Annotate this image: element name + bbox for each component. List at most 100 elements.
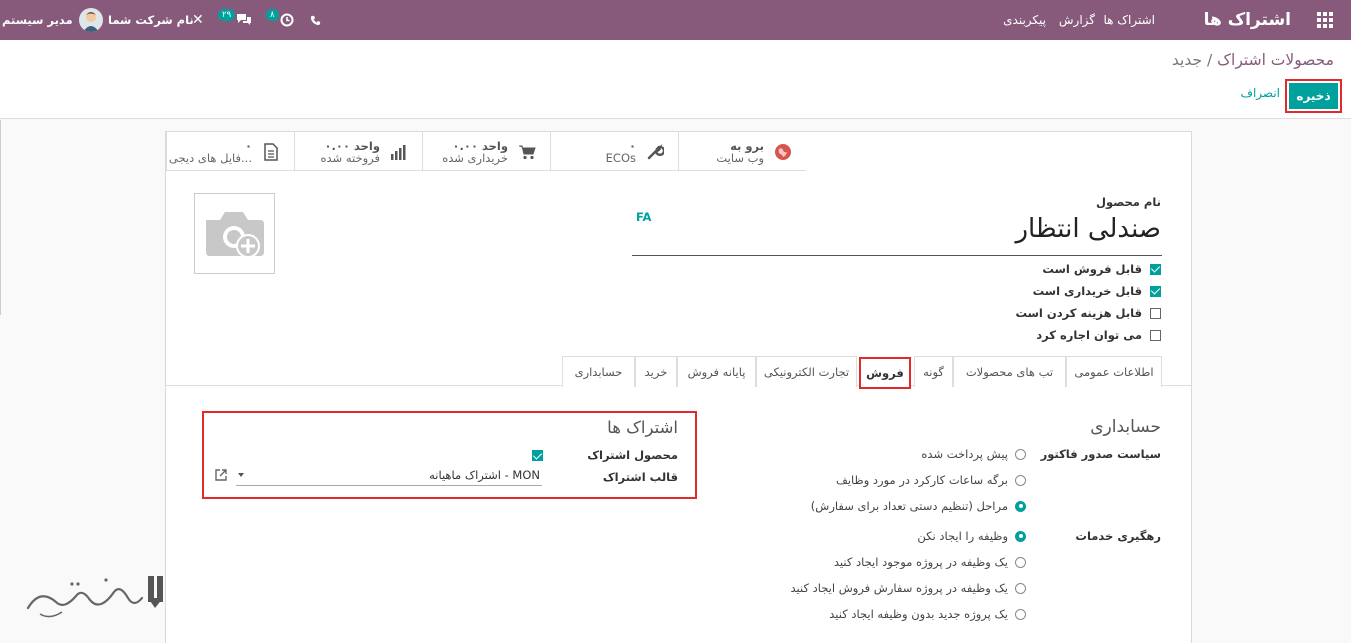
checkbox-can-be-rented[interactable] <box>1150 329 1161 341</box>
camera-plus-icon <box>205 211 264 258</box>
invoice-policy-option[interactable]: مراحل (تنظیم دستی تعداد برای سفارش) <box>811 498 1026 514</box>
tab-variants[interactable]: گونه <box>914 356 953 387</box>
option-can-be-rented[interactable]: می توان اجاره کرد <box>1036 327 1161 343</box>
service-tracking-option[interactable]: یک وظیفه در پروژه سفارش فروش ایجاد کنید <box>791 580 1026 596</box>
chevron-down-icon[interactable] <box>238 473 244 477</box>
chat-icon[interactable]: ۲۹ <box>218 0 252 40</box>
checkbox-can-be-sold[interactable] <box>1150 263 1161 275</box>
left-divider <box>0 120 1 315</box>
option-label: می توان اجاره کرد <box>1036 328 1142 342</box>
save-button[interactable]: ذخیره <box>1289 83 1338 109</box>
checkbox-can-be-expensed[interactable] <box>1150 307 1161 319</box>
radio-milestones[interactable] <box>1015 500 1026 512</box>
radio-task-so-project[interactable] <box>1015 582 1026 594</box>
menu-configuration[interactable]: پیکربندی <box>1003 0 1046 40</box>
menu-reporting[interactable]: گزارش <box>1059 0 1095 40</box>
smart-website-label: وب سایت <box>716 151 764 165</box>
radio-label: مراحل (تنظیم دستی تعداد برای سفارش) <box>810 499 1008 513</box>
radio-prepaid[interactable] <box>1015 448 1026 460</box>
invoice-policy-option[interactable]: پیش پرداخت شده <box>921 446 1026 462</box>
user-menu[interactable]: مدیر سیستم <box>0 0 103 40</box>
invoice-policy-label: سیاست صدور فاکتور <box>1040 447 1161 461</box>
language-tag[interactable]: FA <box>636 210 651 224</box>
smart-button-digital-files[interactable]: ۰ فایل های دیجی... <box>166 132 294 171</box>
service-tracking-label: رهگیری خدمات <box>1075 529 1161 543</box>
cart-icon <box>516 142 538 162</box>
tab-purchase[interactable]: خرید <box>635 356 677 387</box>
menu-subscriptions[interactable]: اشتراک ها <box>1103 0 1155 40</box>
smart-ecos-label: ECOs <box>605 151 636 165</box>
subscription-product-checkbox[interactable] <box>532 450 543 461</box>
option-label: قابل هزینه کردن است <box>1015 306 1142 320</box>
product-name-input[interactable]: صندلی انتظار <box>1015 214 1161 244</box>
tab-accounting[interactable]: حسابداری <box>562 356 635 387</box>
external-link-icon[interactable] <box>214 468 228 482</box>
watermark-logo <box>26 576 163 618</box>
tab-ecommerce[interactable]: تجارت الکترونیکی <box>756 356 857 387</box>
form-sheet: برو به وب سایت ۰ ECOs ۰.۰۰ واحد خریداری شده… <box>165 131 1192 643</box>
option-can-be-sold[interactable]: قابل فروش است <box>1042 261 1161 277</box>
checkbox-can-be-purchased[interactable] <box>1150 285 1161 297</box>
product-name-label: نام محصول <box>1096 195 1161 209</box>
avatar <box>78 8 103 32</box>
radio-label: یک وظیفه در پروژه موجود ایجاد کنید <box>833 555 1008 569</box>
invoice-policy-option[interactable]: برگه ساعات کارکرد در مورد وظایف <box>836 472 1026 488</box>
subscription-section-title: اشتراک ها <box>607 418 678 437</box>
top-navbar: اشتراک ها اشتراک ها گزارش پیکربندی مدیر … <box>0 0 1351 40</box>
radio-label: برگه ساعات کارکرد در مورد وظایف <box>835 473 1008 487</box>
product-name-underline <box>632 255 1162 256</box>
subscription-template-value: MON - اشتراک ماهیانه <box>429 468 540 482</box>
smart-button-sold[interactable]: ۰.۰۰ واحد فروخته شده <box>294 132 422 171</box>
radio-label: وظیفه را ایجاد نکن <box>917 529 1008 543</box>
company-switcher[interactable]: نام شرکت شما <box>108 0 194 40</box>
apps-menu-icon[interactable] <box>1317 0 1335 40</box>
radio-label: یک وظیفه در پروژه سفارش فروش ایجاد کنید <box>790 581 1008 595</box>
option-label: قابل خریداری است <box>1032 284 1142 298</box>
smart-purchased-label: خریداری شده <box>442 151 508 165</box>
tab-point-of-sale[interactable]: پایانه فروش <box>677 356 756 387</box>
smart-button-website[interactable]: برو به وب سایت <box>678 132 806 171</box>
cancel-button[interactable]: انصراف <box>1241 86 1280 100</box>
smart-sold-label: فروخته شده <box>320 151 381 165</box>
breadcrumb-parent[interactable]: محصولات اشتراک <box>1217 51 1334 69</box>
subscription-product-label: محصول اشتراک <box>587 448 678 462</box>
chat-badge: ۲۹ <box>218 9 236 21</box>
file-icon <box>260 142 282 162</box>
option-label: قابل فروش است <box>1042 262 1142 276</box>
tab-product-tabs[interactable]: تب های محصولات <box>953 356 1066 387</box>
radio-new-project[interactable] <box>1015 608 1026 620</box>
product-image-upload[interactable] <box>194 193 275 274</box>
radio-timesheets[interactable] <box>1015 474 1026 486</box>
activity-badge: ۸ <box>266 9 279 21</box>
globe-icon <box>772 142 794 162</box>
service-tracking-option[interactable]: یک وظیفه در پروژه موجود ایجاد کنید <box>834 554 1026 570</box>
bar-chart-icon <box>388 142 410 162</box>
form-tabs: اطلاعات عمومی تب های محصولات گونه فروش ت… <box>166 356 1191 389</box>
subscription-section: اشتراک ها محصول اشتراک قالب اشتراک MON -… <box>202 411 697 499</box>
radio-task-existing-project[interactable] <box>1015 556 1026 568</box>
tab-sales[interactable]: فروش <box>859 357 911 389</box>
option-can-be-expensed[interactable]: قابل هزینه کردن است <box>1015 305 1161 321</box>
smart-button-ecos[interactable]: ۰ ECOs <box>550 132 678 171</box>
option-can-be-purchased[interactable]: قابل خریداری است <box>1033 283 1161 299</box>
smart-button-purchased[interactable]: ۰.۰۰ واحد خریداری شده <box>422 132 550 171</box>
phone-icon[interactable] <box>310 0 321 40</box>
radio-label: یک پروژه جدید بدون وظیفه ایجاد کنید <box>829 607 1008 621</box>
control-panel: محصولات اشتراک / جدید ذخیره انصراف <box>0 40 1351 119</box>
breadcrumb: محصولات اشتراک / جدید <box>1172 51 1334 69</box>
app-name[interactable]: اشتراک ها <box>1204 0 1291 40</box>
service-tracking-option[interactable]: وظیفه را ایجاد نکن <box>917 528 1026 544</box>
radio-no-task[interactable] <box>1015 530 1026 542</box>
service-tracking-option[interactable]: یک پروژه جدید بدون وظیفه ایجاد کنید <box>829 606 1026 622</box>
breadcrumb-separator: / <box>1207 51 1213 69</box>
activity-icon[interactable]: ۸ <box>266 0 294 40</box>
tab-general-info[interactable]: اطلاعات عمومی <box>1066 356 1162 387</box>
wrench-icon <box>644 142 666 162</box>
subscription-template-select[interactable]: MON - اشتراک ماهیانه <box>236 466 542 486</box>
subscription-template-label: قالب اشتراک <box>602 470 678 484</box>
radio-label: پیش پرداخت شده <box>921 447 1008 461</box>
accounting-section-title: حسابداری <box>1090 417 1161 437</box>
breadcrumb-current: جدید <box>1171 51 1203 69</box>
smart-files-label: فایل های دیجی... <box>168 151 252 165</box>
debug-tools-icon[interactable]: ✕ <box>192 0 204 40</box>
